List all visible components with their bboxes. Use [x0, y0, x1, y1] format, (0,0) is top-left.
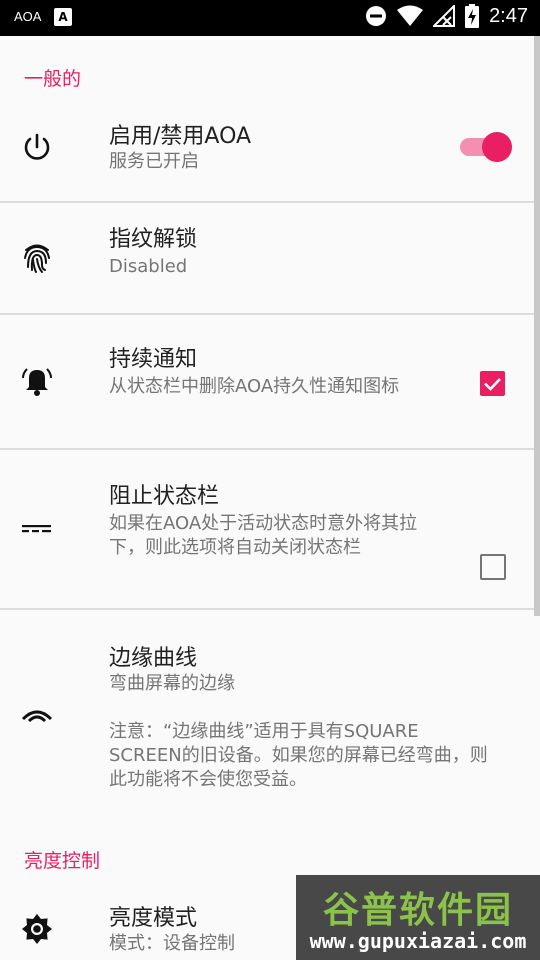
pref-title: 边缘曲线	[109, 646, 198, 671]
brightness-icon	[22, 914, 52, 944]
pref-edge-curve[interactable]: 边缘曲线 弯曲屏幕的边缘 注意：“边缘曲线”适用于具有SQUARE SCREEN…	[0, 610, 540, 830]
switch-thumb	[482, 132, 512, 162]
notification-checkbox[interactable]	[480, 371, 505, 396]
pref-title: 亮度模式	[109, 906, 198, 931]
pref-summary: 弯曲屏幕的边缘	[109, 673, 235, 694]
pref-title: 启用/禁用AOA	[109, 124, 252, 149]
do-not-disturb-icon	[366, 6, 387, 26]
pref-toggle-aoa[interactable]: 启用/禁用AOA 服务已开启	[0, 106, 540, 202]
pref-note: 注意：“边缘曲线”适用于具有SQUARE SCREEN的旧设备。如果您的屏幕已经…	[109, 721, 488, 790]
fingerprint-icon	[24, 244, 50, 273]
scrollbar[interactable]	[534, 36, 540, 616]
pref-title: 持续通知	[109, 347, 198, 372]
check-icon	[484, 378, 501, 391]
wifi-icon	[397, 5, 424, 26]
block-statusbar-checkbox[interactable]	[480, 554, 506, 580]
pref-fingerprint[interactable]: 指纹解锁 Disabled	[0, 203, 540, 313]
settings-list[interactable]: 一般的 启用/禁用AOA 服务已开启 指纹解锁 Disabled 持续通知 从状…	[0, 36, 540, 960]
status-bar-icon	[22, 525, 51, 533]
pref-summary: 如果在AOA处于活动状态时意外将其拉下，则此选项将自动关闭状态栏	[109, 513, 418, 558]
notification-bell-icon	[22, 368, 52, 396]
watermark-logo: 谷普软件园 www.gupuxiazai.com	[296, 875, 540, 960]
watermark-title: 谷普软件园	[322, 890, 513, 931]
clock: 2:47	[489, 4, 528, 27]
pref-summary: Disabled	[109, 256, 188, 277]
status-bar: AOA A 2:47	[0, 0, 540, 36]
no-signal-icon	[433, 5, 456, 27]
edge-curve-icon	[21, 710, 53, 723]
section-header-general: 一般的	[24, 68, 82, 90]
pref-summary: 服务已开启	[109, 151, 199, 172]
pref-block-statusbar[interactable]: 阻止状态栏 如果在AOA处于活动状态时意外将其拉下，则此选项将自动关闭状态栏	[0, 450, 540, 608]
section-header-brightness: 亮度控制	[24, 850, 101, 872]
watermark-url: www.gupuxiazai.com	[309, 929, 527, 953]
battery-charging-icon	[465, 4, 480, 28]
notification-badge-icon: A	[54, 8, 72, 26]
pref-summary: 从状态栏中删除AOA持久性通知图标	[109, 376, 400, 397]
aoa-toggle-switch[interactable]	[460, 130, 512, 162]
pref-title: 指纹解锁	[109, 227, 198, 252]
pref-title: 阻止状态栏	[109, 484, 220, 509]
pref-persistent-notification[interactable]: 持续通知 从状态栏中删除AOA持久性通知图标	[0, 315, 540, 448]
carrier-label: AOA	[14, 9, 42, 24]
power-icon	[24, 133, 50, 160]
